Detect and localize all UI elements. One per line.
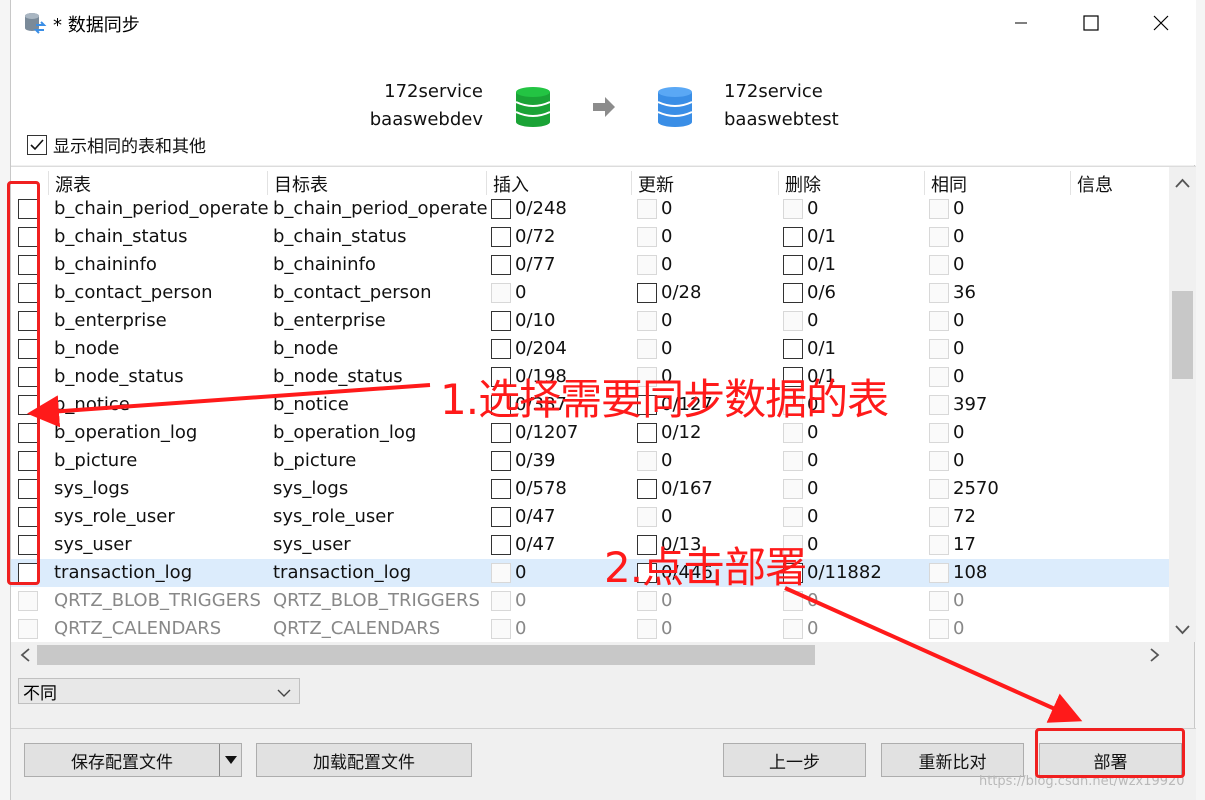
annotation-step1: 1.选择需要同步数据的表 [440, 375, 889, 424]
annotation-step2: 2.点击部署 [604, 543, 807, 592]
annotation-arrow-2 [784, 586, 1083, 723]
annotation-arrow-1 [27, 383, 431, 428]
